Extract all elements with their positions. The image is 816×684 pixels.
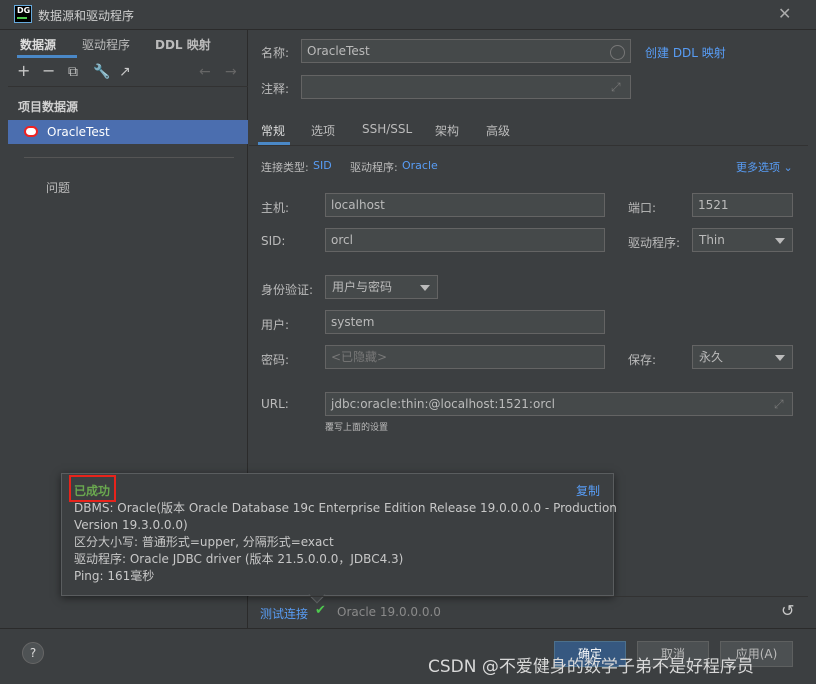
host-input[interactable]: localhost — [325, 193, 605, 217]
driver-value[interactable]: Oracle — [402, 159, 438, 172]
datasource-row-oracletest[interactable] — [8, 120, 248, 144]
chevron-down-icon: ⌄ — [783, 161, 793, 174]
driver-type-select[interactable]: Thin — [692, 228, 793, 252]
more-options-link[interactable]: 更多选项 ⌄ — [736, 159, 793, 175]
success-status: 已成功 — [74, 484, 111, 498]
remove-icon[interactable]: − — [42, 61, 55, 80]
ping-line: Ping: 161毫秒 — [74, 569, 155, 583]
active-tab-indicator — [17, 55, 77, 58]
tab-ssh-ssl[interactable]: SSH/SSL — [362, 122, 412, 136]
tab-general[interactable]: 常规 — [261, 122, 285, 139]
dbms-line: DBMS: Oracle(版本 Oracle Database 19c Ente… — [74, 501, 617, 515]
url-input[interactable]: jdbc:oracle:thin:@localhost:1521:orcl — [325, 392, 793, 416]
navigate-icon[interactable]: ↗ — [119, 64, 131, 80]
auth-value: 用户与密码 — [332, 280, 393, 294]
driver-type-label: 驱动程序: — [628, 236, 681, 250]
expand-icon[interactable]: ⤢ — [774, 397, 784, 412]
url-label: URL: — [261, 397, 289, 411]
tab-datasources[interactable]: 数据源 — [20, 36, 56, 53]
user-input[interactable]: system — [325, 310, 605, 334]
comment-label: 注释: — [261, 82, 290, 96]
save-label: 保存: — [628, 353, 657, 367]
window-title: 数据源和驱动程序 — [38, 9, 135, 23]
tab-schemas[interactable]: 架构 — [435, 122, 459, 139]
check-icon: ✔ — [315, 603, 326, 618]
version-line: Version 19.3.0.0.0) — [74, 518, 188, 532]
save-select[interactable]: 永久 — [692, 345, 793, 369]
add-icon[interactable]: + — [17, 61, 30, 80]
status-divider — [249, 596, 808, 597]
reset-icon[interactable]: ↺ — [781, 601, 794, 620]
list-divider — [24, 157, 234, 158]
sid-label: SID: — [261, 234, 286, 248]
save-value: 永久 — [699, 350, 724, 364]
dropdown-arrow-icon — [775, 355, 785, 361]
name-label: 名称: — [261, 46, 290, 60]
port-label: 端口: — [628, 201, 657, 215]
toolbar-divider — [8, 86, 248, 87]
close-icon[interactable]: ✕ — [778, 4, 791, 23]
password-input[interactable]: <已隐藏> — [325, 345, 605, 369]
driver-type-value: Thin — [699, 233, 725, 247]
more-options-label: 更多选项 — [736, 161, 780, 174]
tab-options[interactable]: 选项 — [311, 122, 335, 139]
csdn-watermark: CSDN @不爱健身的数学子弟不是好程序员 — [428, 657, 754, 677]
auth-select[interactable]: 用户与密码 — [325, 275, 438, 299]
dropdown-arrow-icon — [775, 238, 785, 244]
driver-label: 驱动程序: — [350, 161, 398, 174]
host-label: 主机: — [261, 201, 290, 215]
user-label: 用户: — [261, 318, 290, 332]
port-input[interactable]: 1521 — [692, 193, 793, 217]
expand-icon[interactable]: ⤢ — [611, 80, 621, 95]
app-icon-text: DG — [17, 6, 31, 15]
forward-arrow-icon[interactable]: → — [225, 64, 237, 80]
test-connection-link[interactable]: 测试连接 — [260, 605, 308, 622]
tab-ddl-mappings[interactable]: DDL 映射 — [155, 36, 211, 53]
auth-label: 身份验证: — [261, 283, 314, 297]
dropdown-arrow-icon — [420, 285, 430, 291]
password-label: 密码: — [261, 353, 290, 367]
name-input[interactable]: OracleTest — [301, 39, 631, 63]
datasource-label: OracleTest — [47, 125, 110, 139]
datagrip-app-icon: DG — [14, 5, 32, 23]
create-ddl-mapping-link[interactable]: 创建 DDL 映射 — [645, 44, 726, 61]
sid-input[interactable]: orcl — [325, 228, 605, 252]
url-override-note: 覆写上面的设置 — [325, 423, 389, 433]
oracle-version: Oracle 19.0.0.0.0 — [337, 605, 441, 619]
tab-divider — [249, 145, 808, 146]
tab-drivers[interactable]: 驱动程序 — [82, 36, 130, 53]
connection-type-value[interactable]: SID — [313, 159, 332, 172]
connection-type-label: 连接类型: — [261, 161, 309, 174]
back-arrow-icon[interactable]: ← — [199, 64, 211, 80]
case-line: 区分大小写: 普通形式=upper, 分隔形式=exact — [74, 535, 334, 549]
project-datasources-label: 项目数据源 — [18, 100, 79, 114]
driver-line: 驱动程序: Oracle JDBC driver (版本 21.5.0.0.0，… — [74, 552, 404, 566]
copy-link[interactable]: 复制 — [576, 482, 600, 499]
color-circle-icon[interactable] — [610, 45, 625, 60]
comment-input[interactable] — [301, 75, 631, 99]
tab-advanced[interactable]: 高级 — [486, 122, 510, 139]
wrench-icon[interactable]: 🔧 — [93, 64, 110, 80]
duplicate-icon[interactable]: ⧉ — [68, 64, 78, 80]
problems-item[interactable]: 问题 — [46, 179, 70, 196]
oracle-icon — [24, 126, 38, 137]
help-button[interactable]: ? — [22, 642, 44, 664]
